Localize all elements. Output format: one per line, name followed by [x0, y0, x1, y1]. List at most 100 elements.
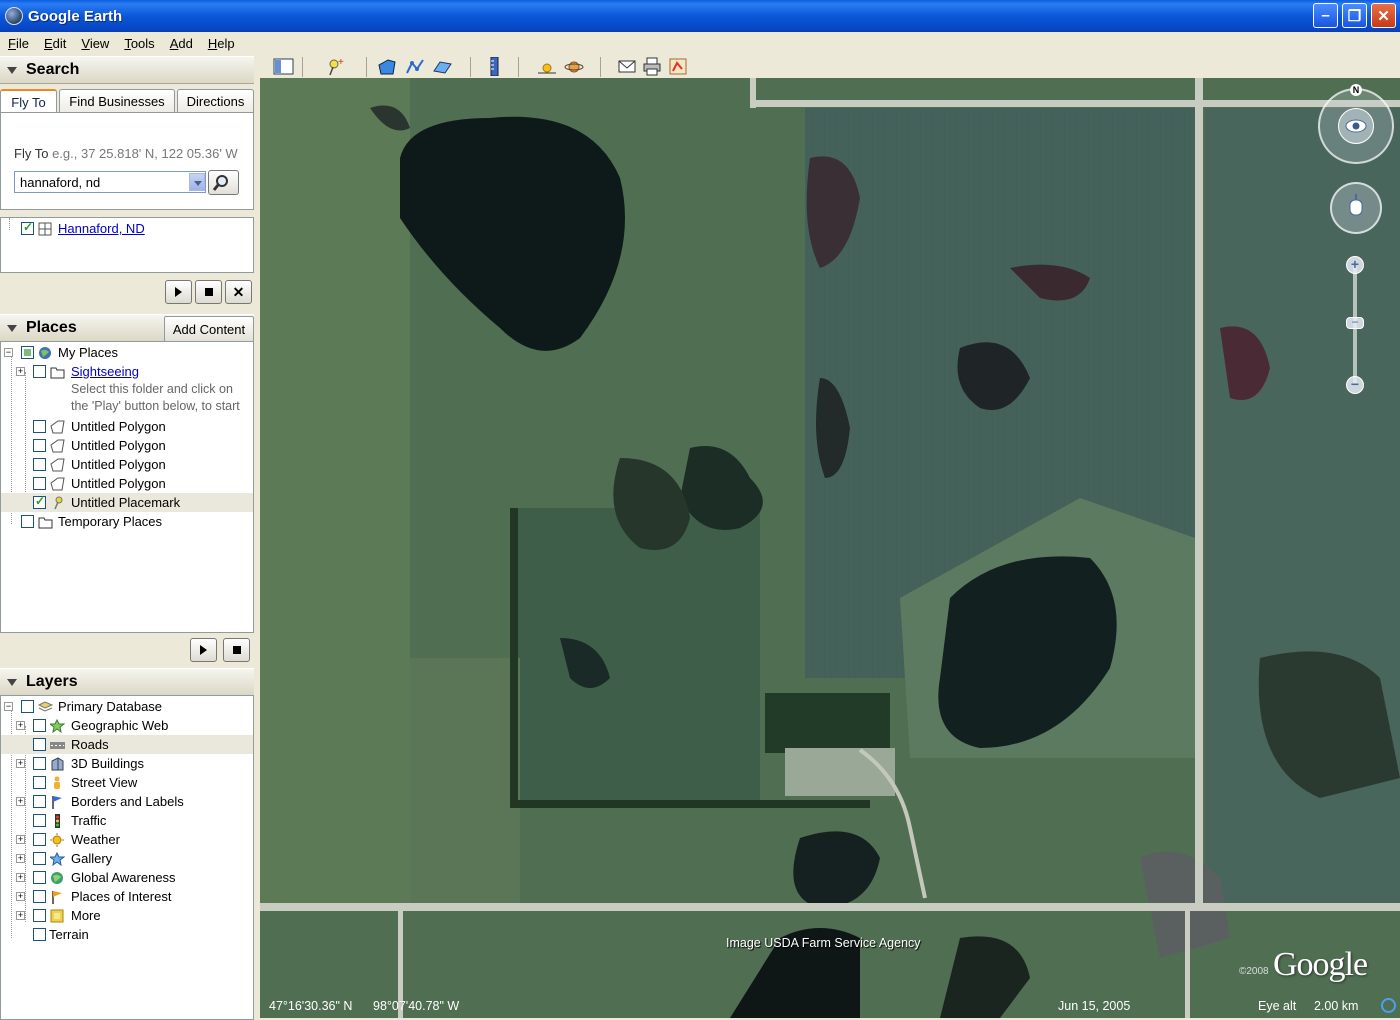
- print-icon[interactable]: [642, 57, 663, 76]
- tree-item-label[interactable]: Sightseeing: [71, 364, 139, 379]
- look-joystick[interactable]: [1318, 88, 1394, 164]
- layer-checkbox[interactable]: [33, 795, 46, 808]
- expand-toggle[interactable]: +: [16, 854, 25, 863]
- play-tour-button[interactable]: [190, 638, 217, 662]
- polygon-checkbox[interactable]: [33, 458, 46, 471]
- zoom-out-icon[interactable]: −: [1346, 376, 1364, 394]
- compass-north-indicator[interactable]: N: [1350, 84, 1362, 96]
- zoom-slider[interactable]: + − −: [1346, 256, 1364, 394]
- my-places-checkbox[interactable]: [21, 346, 34, 359]
- layer-checkbox[interactable]: [33, 776, 46, 789]
- sidebar-toggle-icon[interactable]: [273, 57, 294, 76]
- layer-gallery[interactable]: + Gallery: [1, 849, 253, 868]
- zoom-in-icon[interactable]: +: [1346, 256, 1364, 274]
- tree-item-polygon[interactable]: Untitled Polygon: [1, 474, 253, 493]
- result-link[interactable]: Hannaford, ND: [58, 221, 145, 236]
- tree-item-polygon[interactable]: Untitled Polygon: [1, 436, 253, 455]
- maximize-button[interactable]: ❐: [1342, 3, 1367, 28]
- menu-tools[interactable]: Tools: [116, 36, 161, 51]
- polygon-checkbox[interactable]: [33, 420, 46, 433]
- layers-panel-header[interactable]: Layers: [0, 668, 254, 696]
- result-checkbox[interactable]: [21, 220, 34, 235]
- tab-directions[interactable]: Directions: [177, 89, 254, 113]
- layer-terrain[interactable]: Terrain: [1, 925, 253, 944]
- layer-more[interactable]: + More: [1, 906, 253, 925]
- add-placemark-icon[interactable]: +: [324, 57, 345, 76]
- layer-checkbox[interactable]: [33, 738, 46, 751]
- places-panel-header[interactable]: Places Add Content: [0, 314, 254, 342]
- expand-toggle[interactable]: +: [16, 835, 25, 844]
- stop-tour-button[interactable]: [223, 638, 250, 662]
- layer-places-of-interest[interactable]: + Places of Interest: [1, 887, 253, 906]
- clear-results-button[interactable]: ✕: [225, 280, 252, 304]
- expand-toggle[interactable]: +: [16, 721, 25, 730]
- layer-checkbox[interactable]: [33, 852, 46, 865]
- tree-item-polygon[interactable]: Untitled Polygon: [1, 417, 253, 436]
- layer-primary-database[interactable]: − Primary Database: [1, 697, 253, 716]
- earth-viewport[interactable]: N + − − Image USDA Farm Service Agency ©…: [260, 78, 1400, 1018]
- sunlight-icon[interactable]: [537, 57, 558, 76]
- layer-geographic-web[interactable]: + Geographic Web: [1, 716, 253, 735]
- move-joystick[interactable]: [1330, 182, 1382, 234]
- tree-item-polygon[interactable]: Untitled Polygon: [1, 455, 253, 474]
- add-polygon-icon[interactable]: [378, 57, 399, 76]
- expand-toggle[interactable]: +: [16, 797, 25, 806]
- email-icon[interactable]: [617, 57, 638, 76]
- layer-checkbox[interactable]: [33, 719, 46, 732]
- placemark-checkbox[interactable]: [33, 494, 46, 509]
- layer-checkbox[interactable]: [33, 890, 46, 903]
- tree-item-my-places[interactable]: − My Places: [1, 343, 253, 362]
- tab-fly-to[interactable]: Fly To: [0, 89, 57, 114]
- expand-toggle[interactable]: +: [16, 367, 25, 376]
- layer-checkbox[interactable]: [33, 757, 46, 770]
- close-button[interactable]: ✕: [1371, 3, 1396, 28]
- tree-item-placemark[interactable]: Untitled Placemark: [1, 493, 253, 512]
- history-dropdown-button[interactable]: [189, 173, 205, 191]
- menu-file[interactable]: File: [0, 36, 36, 51]
- add-image-overlay-icon[interactable]: [432, 57, 453, 76]
- expand-toggle[interactable]: +: [16, 892, 25, 901]
- add-content-button[interactable]: Add Content: [164, 316, 254, 342]
- menu-add[interactable]: Add: [162, 36, 200, 51]
- menu-edit[interactable]: Edit: [36, 36, 73, 51]
- tree-item-temporary-places[interactable]: Temporary Places: [1, 512, 253, 531]
- layer-borders-and-labels[interactable]: + Borders and Labels: [1, 792, 253, 811]
- sightseeing-checkbox[interactable]: [33, 365, 46, 378]
- layer-checkbox[interactable]: [33, 909, 46, 922]
- expand-toggle[interactable]: +: [16, 911, 25, 920]
- expand-toggle[interactable]: +: [16, 873, 25, 882]
- polygon-checkbox[interactable]: [33, 439, 46, 452]
- tab-find-businesses[interactable]: Find Businesses: [59, 89, 175, 113]
- layer-checkbox[interactable]: [33, 928, 46, 941]
- layer-global-awareness[interactable]: + Global Awareness: [1, 868, 253, 887]
- layer-traffic[interactable]: Traffic: [1, 811, 253, 830]
- zoom-handle[interactable]: −: [1346, 316, 1364, 329]
- view-in-maps-icon[interactable]: [668, 57, 689, 76]
- search-panel-header[interactable]: Search: [0, 56, 254, 84]
- polygon-checkbox[interactable]: [33, 477, 46, 490]
- layer-street-view[interactable]: Street View: [1, 773, 253, 792]
- fly-to-input[interactable]: [14, 171, 206, 193]
- play-tour-button[interactable]: [165, 280, 192, 304]
- layer-checkbox[interactable]: [21, 700, 34, 713]
- add-path-icon[interactable]: [405, 57, 426, 76]
- minimize-button[interactable]: –: [1313, 3, 1338, 28]
- layer-weather[interactable]: + Weather: [1, 830, 253, 849]
- layer-checkbox[interactable]: [33, 833, 46, 846]
- expand-toggle[interactable]: −: [4, 348, 13, 357]
- stop-tour-button[interactable]: [195, 280, 222, 304]
- planets-icon[interactable]: [564, 57, 585, 76]
- layer-checkbox[interactable]: [33, 814, 46, 827]
- menu-view[interactable]: View: [73, 36, 116, 51]
- layer-checkbox[interactable]: [33, 871, 46, 884]
- expand-toggle[interactable]: +: [16, 759, 25, 768]
- expand-toggle[interactable]: −: [4, 702, 13, 711]
- tree-item-sightseeing[interactable]: + Sightseeing: [1, 362, 253, 381]
- menu-help[interactable]: Help: [200, 36, 242, 51]
- layer-3d-buildings[interactable]: + 3D Buildings: [1, 754, 253, 773]
- satellite-imagery: [260, 78, 1400, 1018]
- ruler-icon[interactable]: [484, 57, 505, 76]
- search-button[interactable]: [208, 170, 239, 195]
- temporary-places-checkbox[interactable]: [21, 515, 34, 528]
- layer-roads[interactable]: Roads: [1, 735, 253, 754]
